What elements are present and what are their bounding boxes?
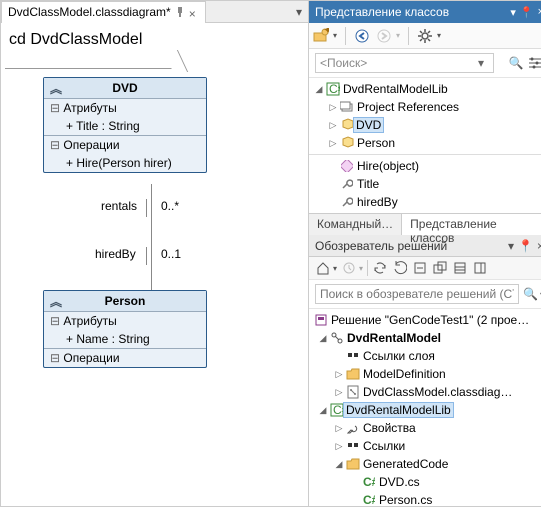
- collapse-chevrons-icon[interactable]: ︽: [50, 80, 58, 97]
- search-icon[interactable]: 🔍: [523, 287, 538, 301]
- refs-icon: [345, 440, 361, 452]
- forward-icon[interactable]: [376, 28, 392, 44]
- class-view-toolbar: ✦ ▾ ▾ ▾: [309, 23, 541, 49]
- search-options-icon[interactable]: [528, 56, 541, 70]
- dropdown-icon[interactable]: ▾: [510, 6, 516, 19]
- class-diagram-file[interactable]: ▷DvdClassModel.classdiag…: [309, 383, 541, 401]
- folder-icon: [345, 368, 361, 380]
- member-method[interactable]: Hire(object): [309, 157, 541, 175]
- assoc-mult-hiredby: 0..1: [161, 247, 181, 261]
- project-model[interactable]: ◢DvdRentalModel: [309, 329, 541, 347]
- class-view-tree[interactable]: ◢C#DvdRentalModelLib ▷Project References…: [309, 78, 541, 154]
- diagram-canvas[interactable]: ︽ DVD Атрибуты + Title : String Операции…: [1, 69, 308, 506]
- home-icon[interactable]: [315, 260, 331, 276]
- uml-operations-header[interactable]: Операции: [44, 136, 206, 154]
- close-icon[interactable]: ×: [537, 239, 541, 253]
- pin-icon[interactable]: [175, 7, 185, 17]
- solution-tree[interactable]: Решение "GenCodeTest1" (2 прое… ◢DvdRent…: [309, 309, 541, 506]
- svg-text:C#: C#: [363, 476, 375, 488]
- uml-class-person[interactable]: ︽ Person Атрибуты + Name : String Операц…: [43, 290, 207, 368]
- csharp-file[interactable]: C#Person.cs: [309, 491, 541, 506]
- uml-attributes-header[interactable]: Атрибуты: [44, 99, 206, 117]
- uml-class-name: DVD: [112, 81, 137, 95]
- pin-icon[interactable]: 📍: [520, 6, 534, 19]
- show-all-icon[interactable]: [432, 260, 448, 276]
- solution-icon: [313, 313, 329, 327]
- svg-text:C#: C#: [363, 494, 375, 506]
- solution-search-input[interactable]: [315, 284, 519, 304]
- association-line[interactable]: [151, 184, 152, 290]
- tab-team[interactable]: Командный…: [309, 214, 402, 235]
- class-view-search-input[interactable]: [315, 53, 494, 73]
- member-property[interactable]: Title: [309, 175, 541, 193]
- uml-attribute[interactable]: + Name : String: [44, 330, 206, 348]
- class-icon: [339, 136, 355, 150]
- solution-root[interactable]: Решение "GenCodeTest1" (2 прое…: [309, 311, 541, 329]
- uml-attribute[interactable]: + Title : String: [44, 117, 206, 135]
- csharp-file-icon: C#: [361, 494, 377, 506]
- tree-project-references[interactable]: ▷Project References: [309, 98, 541, 116]
- modeling-project-icon: [329, 331, 345, 345]
- assoc-label-rentals[interactable]: rentals: [101, 199, 137, 213]
- close-icon[interactable]: ×: [538, 6, 541, 18]
- model-definition-folder[interactable]: ▷ModelDefinition: [309, 365, 541, 383]
- document-tab[interactable]: DvdClassModel.classdiagram* ×: [1, 1, 206, 23]
- diagram-file-icon: [345, 385, 361, 399]
- class-view-header[interactable]: Представление классов ▾ 📍 ×: [309, 1, 541, 23]
- back-icon[interactable]: [354, 28, 370, 44]
- property-icon: [339, 178, 355, 190]
- layer-refs-icon: [345, 350, 361, 362]
- solution-explorer-toolbar: ▾ ▾: [309, 257, 541, 280]
- pin-icon[interactable]: 📍: [518, 239, 533, 253]
- uml-operation[interactable]: + Hire(Person hirer): [44, 154, 206, 172]
- tree-class-dvd[interactable]: ▷DVD: [309, 116, 541, 134]
- uml-class-dvd[interactable]: ︽ DVD Атрибуты + Title : String Операции…: [43, 77, 207, 173]
- assoc-label-hiredby[interactable]: hiredBy: [95, 247, 136, 261]
- tree-class-person[interactable]: ▷Person: [309, 134, 541, 152]
- collapse-chevrons-icon[interactable]: ︽: [50, 293, 58, 310]
- class-view-members[interactable]: Hire(object) Title hiredBy: [309, 154, 541, 213]
- collapse-all-icon[interactable]: [412, 260, 428, 276]
- uml-operations-header[interactable]: Операции: [44, 349, 206, 367]
- project-references[interactable]: ▷Ссылки: [309, 437, 541, 455]
- project-lib[interactable]: ◢C#DvdRentalModelLib: [309, 401, 541, 419]
- search-icon[interactable]: 🔍: [508, 56, 524, 70]
- preview-icon[interactable]: [472, 260, 488, 276]
- history-icon[interactable]: [341, 260, 357, 276]
- project-properties[interactable]: ▷Свойства: [309, 419, 541, 437]
- document-tab-title: DvdClassModel.classdiagram*: [8, 5, 171, 19]
- uml-attributes-header[interactable]: Атрибуты: [44, 312, 206, 330]
- property-icon: [339, 196, 355, 208]
- tree-project[interactable]: ◢C#DvdRentalModelLib: [309, 80, 541, 98]
- svg-text:C#: C#: [329, 82, 340, 96]
- close-icon[interactable]: ×: [189, 7, 199, 17]
- generated-code-folder[interactable]: ◢GeneratedCode: [309, 455, 541, 473]
- properties-icon[interactable]: [452, 260, 468, 276]
- sync-icon[interactable]: [372, 260, 388, 276]
- refresh-icon[interactable]: [392, 260, 408, 276]
- svg-text:✦: ✦: [323, 28, 329, 37]
- tab-overflow-dropdown[interactable]: ▾: [290, 5, 308, 19]
- csharp-file[interactable]: C#DVD.cs: [309, 473, 541, 491]
- uml-class-name: Person: [105, 294, 146, 308]
- method-icon: [339, 160, 355, 172]
- tab-class-view[interactable]: Представление классов: [402, 214, 541, 235]
- settings-icon[interactable]: [417, 28, 433, 44]
- csharp-file-icon: C#: [361, 476, 377, 488]
- panel-title: Представление классов: [315, 5, 449, 19]
- assoc-mult-rentals: 0..*: [161, 199, 179, 213]
- new-folder-icon[interactable]: ✦: [313, 28, 329, 44]
- diagram-title: cd DvdClassModel: [1, 23, 308, 51]
- folder-icon: [345, 458, 361, 470]
- wrench-icon: [345, 422, 361, 434]
- member-property[interactable]: hiredBy: [309, 193, 541, 211]
- csharp-project-icon: C#: [325, 82, 341, 96]
- layer-references[interactable]: Ссылки слоя: [309, 347, 541, 365]
- references-icon: [339, 100, 355, 114]
- dropdown-icon[interactable]: ▾: [508, 239, 514, 253]
